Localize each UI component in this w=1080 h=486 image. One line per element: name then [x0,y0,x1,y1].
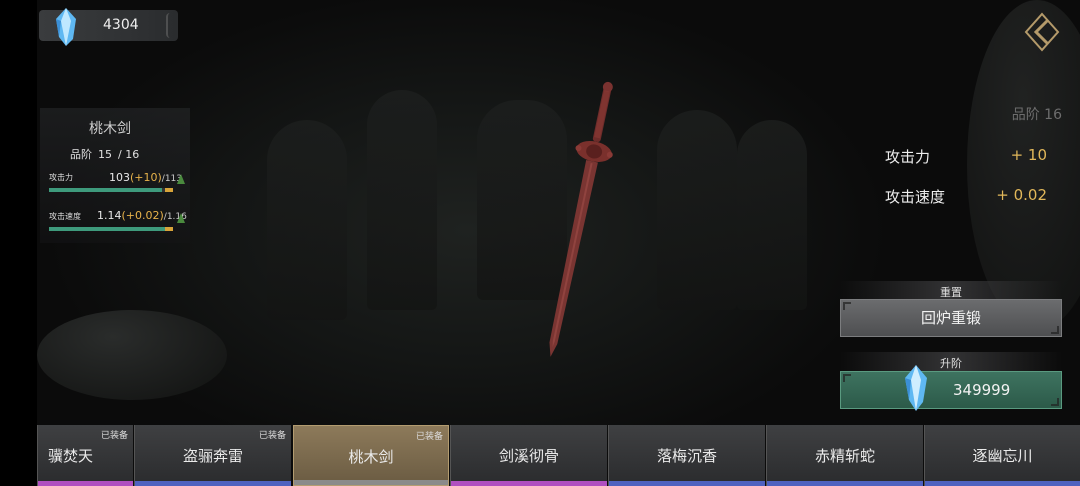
ascend-section-label: 升阶 [940,357,962,370]
weapon-tab[interactable]: 已装备 盗骊奔雷 [134,425,291,486]
corner-ornament [1051,398,1059,406]
stat-bonus: (+10) [130,171,162,184]
reforge-button[interactable]: 回炉重锻 [840,299,1062,337]
weapon-tab[interactable]: 剑溪彻骨 [450,425,607,486]
equipped-badge: 已装备 [100,431,128,441]
peachwood-sword-image [520,78,640,363]
stat-progress-bar [49,227,173,231]
equipped-badge: 已装备 [258,431,286,441]
stat-bar-tip [165,227,173,231]
stat-base: 103 [109,171,130,184]
next-grade-label: 品阶 16 [1011,107,1062,123]
stat-bar-fill [49,227,171,231]
up-arrow-icon [177,174,185,184]
stat-label: 攻击速度 [49,212,81,221]
blue-crystal-icon [901,364,931,412]
stat-value: 103(+10)/113 [109,171,182,184]
weapon-tab[interactable]: 逐幽忘川 [924,425,1080,486]
weapon-tab-label: 落梅沉香 [656,447,717,465]
reset-section-label: 重置 [940,286,962,299]
corner-ornament [843,302,851,310]
letterbox [0,0,37,486]
weapon-tab[interactable]: 赤精斩蛇 [766,425,923,486]
upgrade-stat-label: 攻击速度 [885,188,946,206]
weapon-tab[interactable]: 落梅沉香 [608,425,765,486]
menu-button[interactable] [1024,12,1060,52]
weapon-name: 桃木剑 [89,121,131,137]
weapon-tab-label: 盗骊奔雷 [182,447,243,465]
ascend-button[interactable]: 349999 [840,365,1062,411]
up-arrow-icon [177,213,185,223]
reforge-button-label: 回炉重锻 [920,309,981,327]
grade-label: 品阶 [70,148,92,161]
stat-bar-tip [165,188,173,192]
ascend-cost: 349999 [953,381,1011,399]
corner-ornament [843,374,851,382]
equipped-badge: 已装备 [415,432,443,442]
weapon-tab[interactable]: 已装备 骥焚天 [37,425,133,486]
rarity-strip [135,481,291,486]
stat-bonus: (+0.02) [121,209,164,222]
upgrade-stat-label: 攻击力 [885,148,931,166]
weapon-tab-label: 赤精斩蛇 [814,447,875,465]
weapon-tab-label: 骥焚天 [47,447,93,465]
stat-progress-bar [49,188,173,192]
stat-value: 1.14(+0.02)/1.16 [97,209,187,222]
blue-crystal-icon [51,7,81,47]
stat-bar-fill [49,188,162,192]
grade-max: / 16 [118,148,140,161]
weapon-tab-bar: 已装备 骥焚天 已装备 盗骊奔雷 已装备 桃木剑 剑溪彻骨 落梅沉香 赤精斩蛇 … [37,425,1080,486]
weapon-tab-active[interactable]: 已装备 桃木剑 [293,425,449,486]
weapon-stats-panel: 桃木剑 品阶 15/ 16 攻击力 103(+10)/113 攻击速度 1.14(… [40,108,190,243]
rarity-strip [294,480,448,485]
rarity-strip [767,481,923,486]
stat-label: 攻击力 [49,173,73,182]
currency-amount: 4304 [103,17,139,33]
stat-base: 1.14 [97,209,122,222]
weapon-grade: 品阶 15 / 16 [70,146,145,162]
weapon-tab-label: 剑溪彻骨 [498,447,559,465]
upgrade-stat-delta: + 10 [1010,146,1047,164]
grade-current: 15 [98,148,112,161]
upgrade-stat-delta: + 0.02 [996,186,1047,204]
rarity-strip [38,481,133,486]
rarity-strip [925,481,1080,486]
currency-display: 4304 [39,8,178,46]
weapon-tab-label: 逐幽忘川 [972,447,1033,465]
currency-frame-notch [166,13,176,38]
rarity-strip [451,481,607,486]
diamond-chevron-icon [1024,12,1060,52]
corner-ornament [1051,326,1059,334]
weapon-tab-label: 桃木剑 [348,448,394,466]
rarity-strip [609,481,765,486]
